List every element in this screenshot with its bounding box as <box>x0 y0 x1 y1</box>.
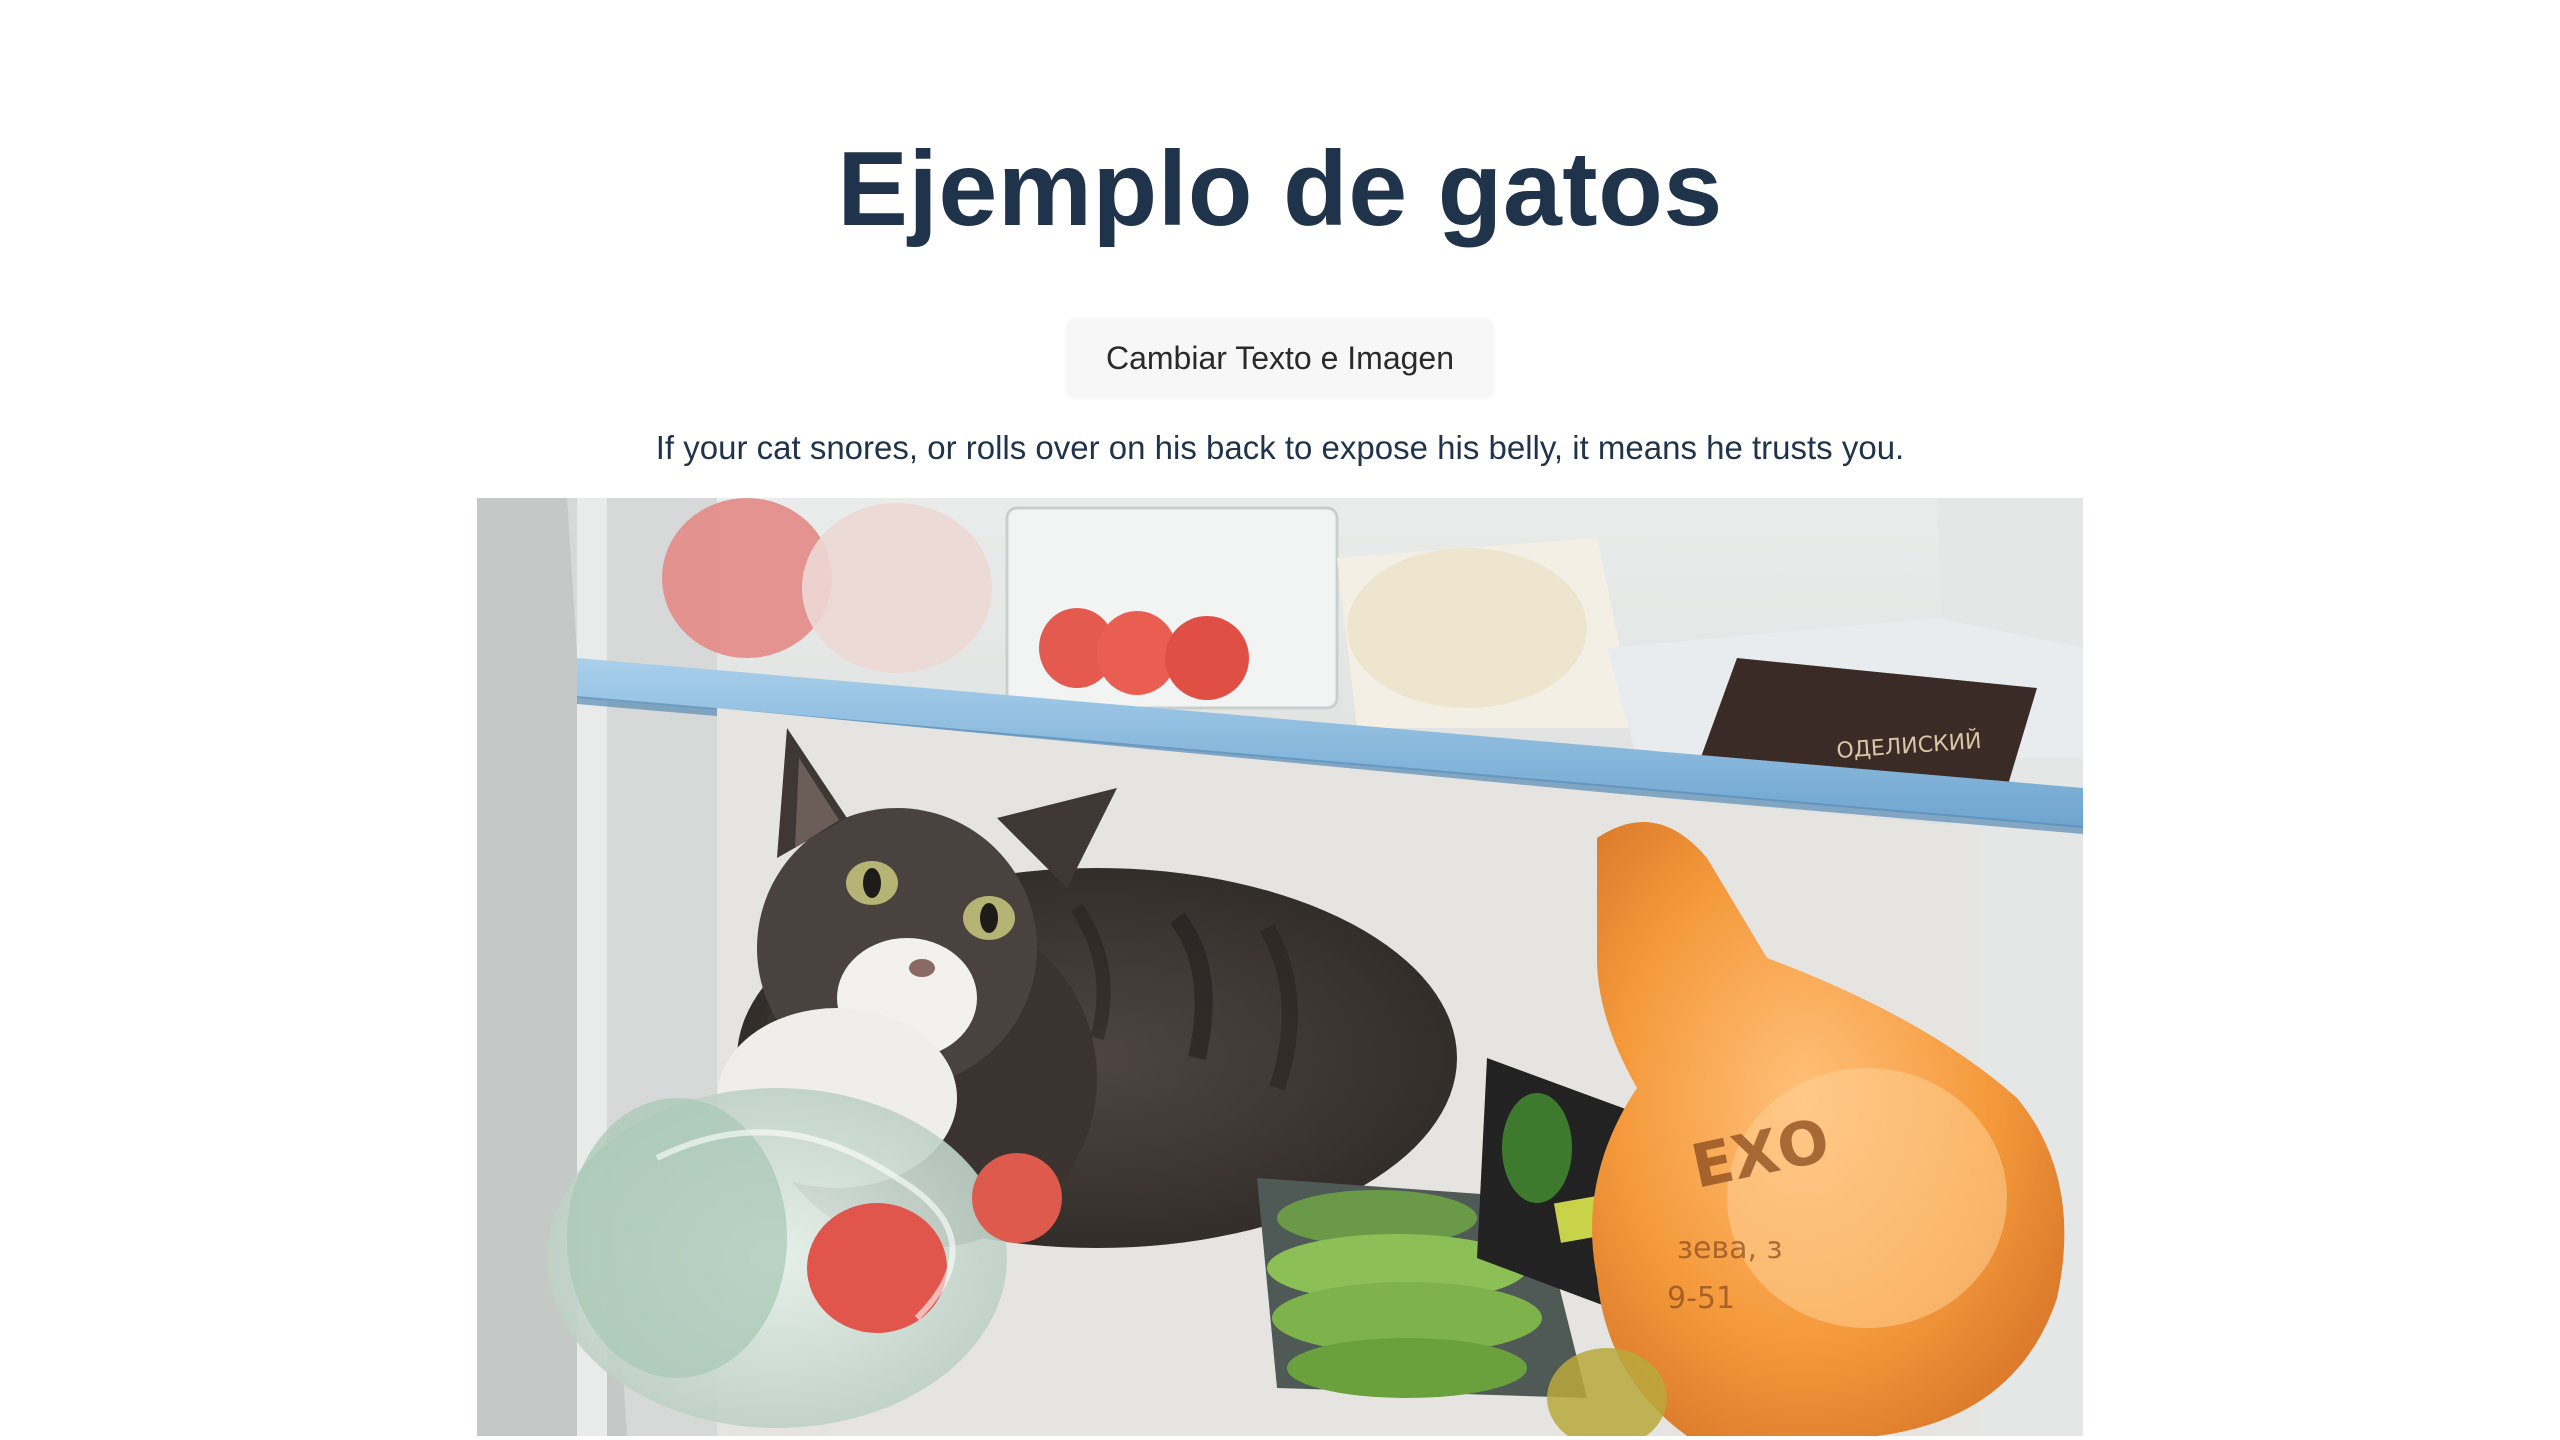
change-text-image-button[interactable]: Cambiar Texto e Imagen <box>1065 318 1495 398</box>
cat-in-fridge-illustration: ОДЕЛИСКИЙ ЕХО зева, з 9-51 <box>477 498 2083 1436</box>
cat-fact-text: If your cat snores, or rolls over on his… <box>655 429 1905 466</box>
page: Ejemplo de gatos Cambiar Texto e Imagen … <box>0 0 2560 1440</box>
svg-text:зева, з: зева, з <box>1677 1231 1783 1266</box>
page-title: Ejemplo de gatos <box>837 130 1723 248</box>
svg-text:9-51: 9-51 <box>1667 1281 1735 1316</box>
cat-photo: ОДЕЛИСКИЙ ЕХО зева, з 9-51 <box>477 498 2083 1436</box>
